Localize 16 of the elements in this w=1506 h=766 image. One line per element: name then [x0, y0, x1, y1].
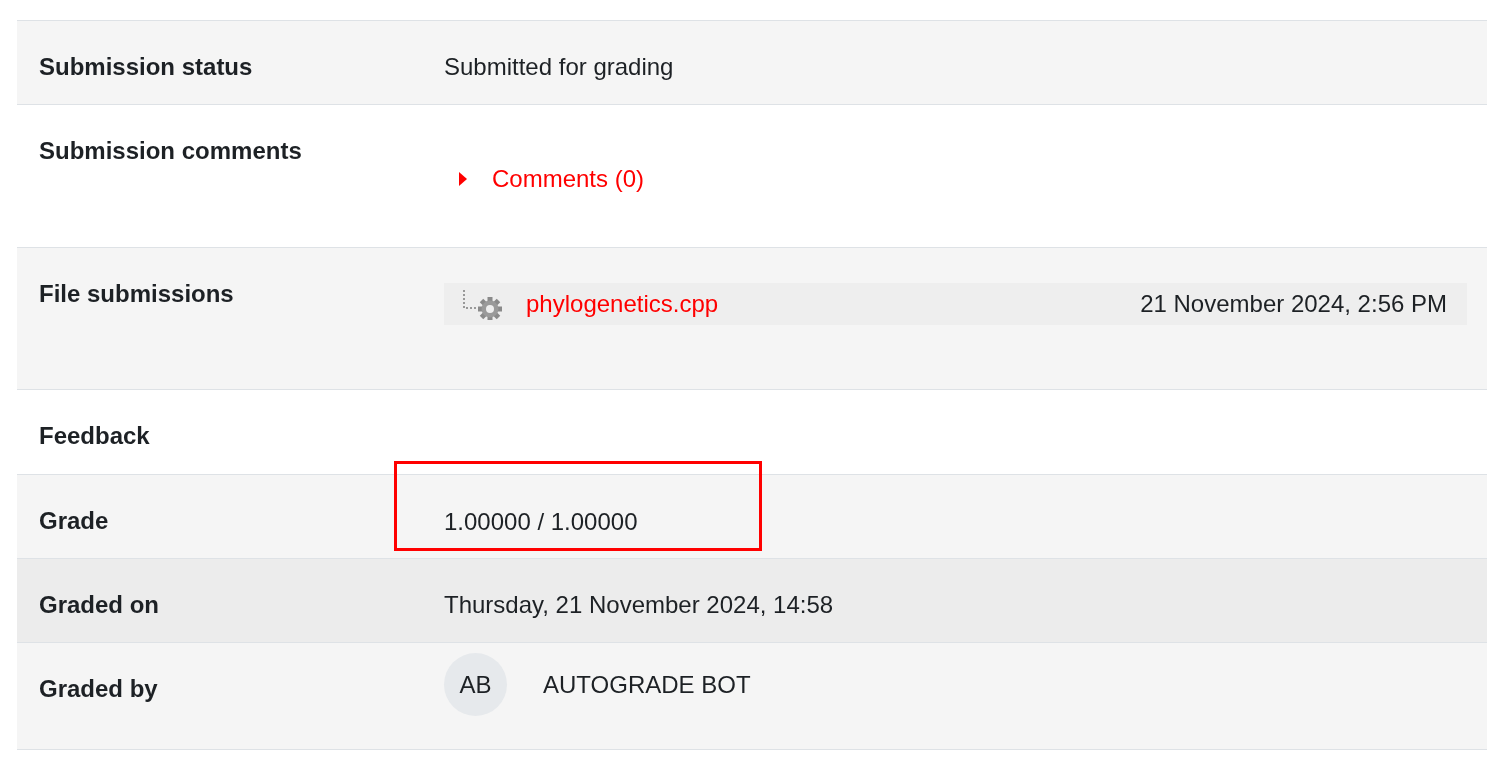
- file-link[interactable]: phylogenetics.cpp: [526, 286, 719, 322]
- field-label: Grade: [38, 506, 110, 536]
- field-label: Graded by: [38, 674, 159, 704]
- field-value: Submitted for grading: [444, 53, 674, 80]
- field-label: Submission status: [38, 52, 254, 82]
- caret-icon[interactable]: [458, 171, 468, 187]
- avatar: AB: [444, 653, 507, 716]
- field-label: File submissions: [38, 279, 235, 309]
- field-label: Graded on: [38, 590, 160, 620]
- field-label: Submission comments: [38, 136, 303, 166]
- field-value: 1.00000 / 1.00000: [444, 508, 638, 535]
- user-name: AUTOGRADE BOT: [543, 669, 751, 700]
- field-value: Thursday, 21 November 2024, 14:58: [444, 591, 834, 618]
- file-date: 21 November 2024, 2:56 PM: [1140, 289, 1447, 319]
- comments-link[interactable]: Comments (0): [492, 161, 645, 197]
- field-label: Feedback: [38, 421, 151, 451]
